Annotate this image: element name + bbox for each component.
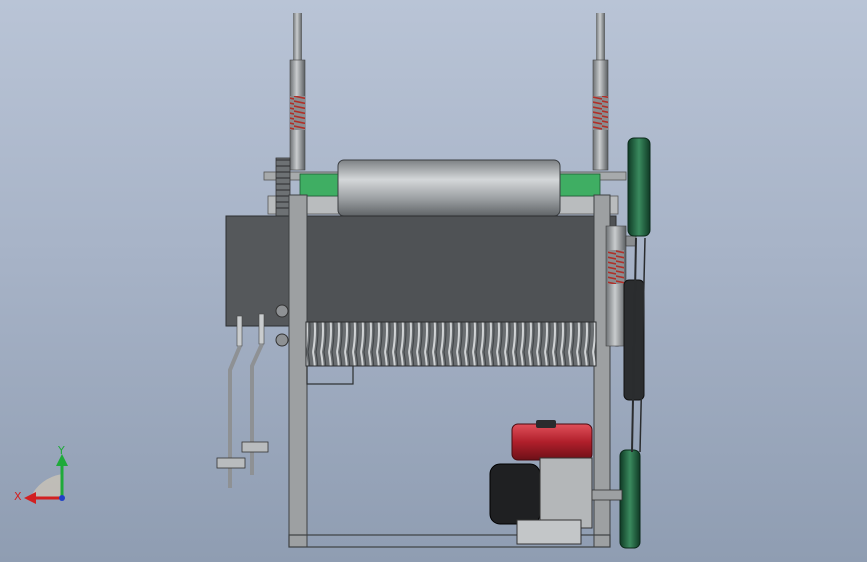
x-axis-label: X: [14, 490, 22, 503]
machine-front-view: Y X: [14, 13, 651, 549]
pulley-top: [627, 137, 651, 237]
guide-rod-left: [289, 13, 306, 171]
guide-rod-right: [592, 13, 609, 171]
control-levers: [216, 313, 269, 488]
coordinate-triad: Y X: [14, 444, 68, 504]
top-roller: [337, 159, 561, 217]
brush-roller: [305, 321, 597, 367]
pulley-bottom: [619, 449, 641, 549]
gear-left: [275, 157, 291, 219]
cad-viewport[interactable]: Y X: [0, 0, 867, 562]
y-axis-label: Y: [57, 444, 65, 457]
